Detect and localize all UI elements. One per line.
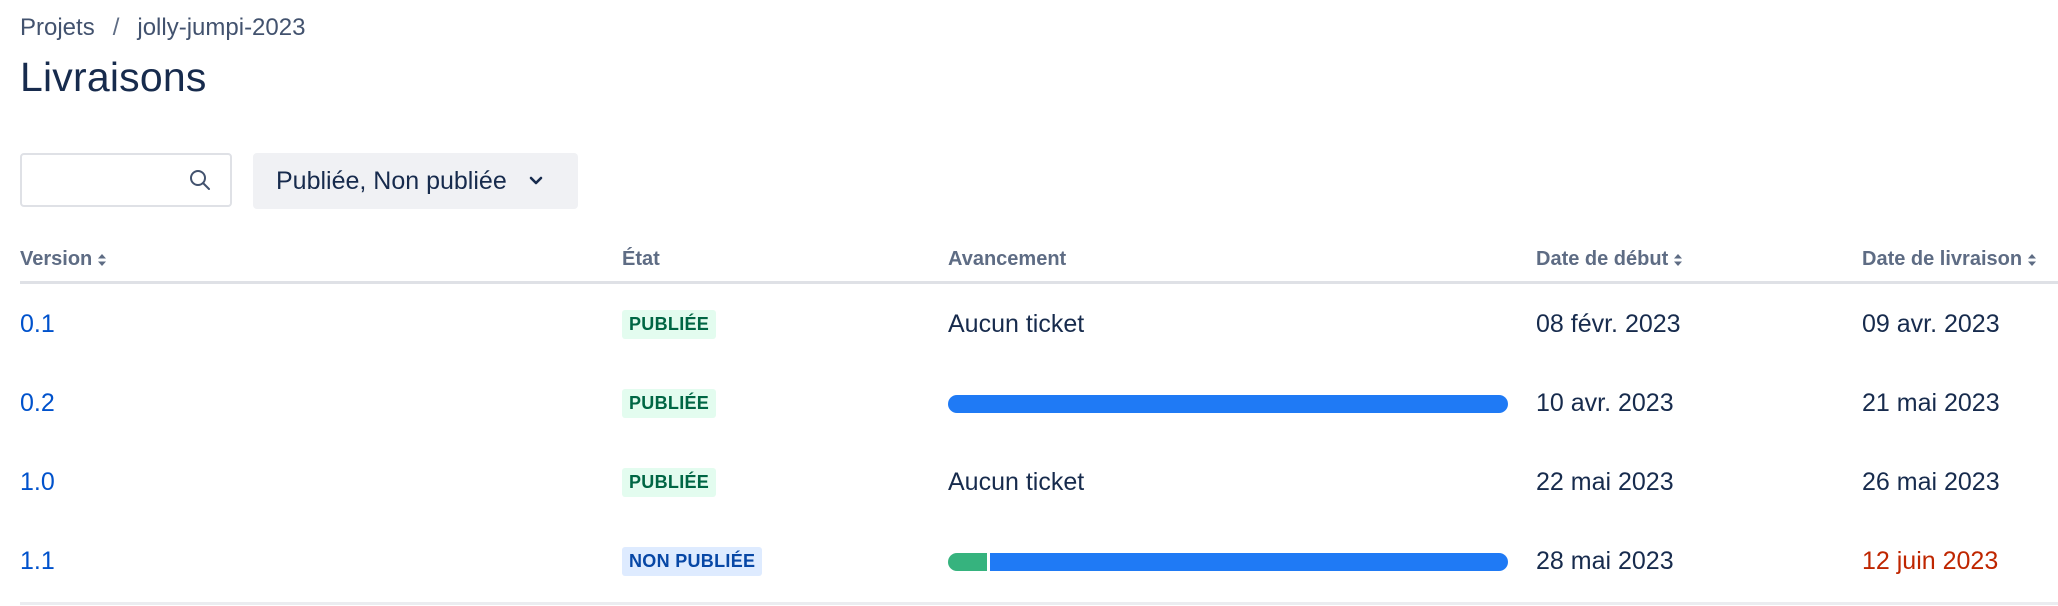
sort-icon (2028, 253, 2037, 266)
status-badge: PUBLIÉE (622, 389, 717, 418)
progress-todo-segment (948, 394, 1508, 413)
progress-todo-segment (990, 552, 1508, 571)
table-row: 0.2 PUBLIÉE 10 avr. 2023 21 mai 2023 (20, 364, 2058, 443)
sort-icon (98, 253, 107, 266)
version-link[interactable]: 1.0 (20, 468, 55, 497)
table-row: 1.1 NON PUBLIÉE 28 mai 2023 12 juin 2023 (20, 522, 2058, 601)
search-box (20, 153, 232, 207)
progress-done-segment (948, 552, 988, 571)
search-input[interactable] (22, 155, 196, 205)
column-header-state-label: État (622, 248, 660, 270)
table-row: 0.1 PUBLIÉE Aucun ticket 08 févr. 2023 0… (20, 285, 2058, 364)
release-date: 26 mai 2023 (1862, 468, 2000, 496)
column-header-version[interactable]: Version (20, 248, 107, 271)
breadcrumb-projects-link[interactable]: Projets (20, 14, 95, 42)
progress-bar[interactable] (948, 394, 1508, 413)
start-date: 08 févr. 2023 (1536, 310, 1681, 338)
column-header-progress: Avancement (948, 248, 1066, 271)
column-header-release-date-label: Date de livraison (1862, 248, 2023, 270)
breadcrumb: Projets / jolly-jumpi-2023 (20, 14, 305, 42)
status-filter-label: Publiée, Non publiée (276, 166, 507, 195)
progress-bar[interactable] (948, 552, 1508, 571)
column-header-start-date-label: Date de début (1536, 248, 1669, 270)
breadcrumb-separator: / (112, 14, 120, 41)
search-icon[interactable] (188, 168, 212, 192)
version-link[interactable]: 0.2 (20, 389, 55, 418)
status-badge: PUBLIÉE (622, 310, 717, 339)
page-title: Livraisons (20, 54, 207, 100)
table-row: 1.0 PUBLIÉE Aucun ticket 22 mai 2023 26 … (20, 443, 2058, 522)
progress-text: Aucun ticket (948, 310, 1085, 338)
release-date: 09 avr. 2023 (1862, 310, 2000, 338)
column-header-release-date[interactable]: Date de livraison (1862, 248, 2037, 271)
status-badge: NON PUBLIÉE (622, 547, 763, 576)
start-date: 10 avr. 2023 (1536, 389, 1674, 417)
status-badge: PUBLIÉE (622, 468, 717, 497)
version-link[interactable]: 0.1 (20, 310, 55, 339)
release-date: 21 mai 2023 (1862, 389, 2000, 417)
table-bottom-divider (20, 602, 2058, 605)
release-date-overdue: 12 juin 2023 (1862, 547, 1999, 575)
breadcrumb-project-link[interactable]: jolly-jumpi-2023 (137, 14, 305, 42)
table-header: Version État Avancement Date de début Da… (20, 242, 2058, 284)
sort-icon (1674, 253, 1683, 266)
start-date: 22 mai 2023 (1536, 468, 1674, 496)
column-header-progress-label: Avancement (948, 248, 1067, 270)
start-date: 28 mai 2023 (1536, 547, 1674, 575)
column-header-version-label: Version (20, 248, 93, 270)
column-header-start-date[interactable]: Date de début (1536, 248, 1683, 271)
status-filter-dropdown[interactable]: Publiée, Non publiée (253, 153, 578, 209)
version-link[interactable]: 1.1 (20, 547, 55, 576)
progress-text: Aucun ticket (948, 468, 1085, 496)
chevron-down-icon (529, 176, 543, 185)
column-header-state: État (622, 248, 660, 271)
